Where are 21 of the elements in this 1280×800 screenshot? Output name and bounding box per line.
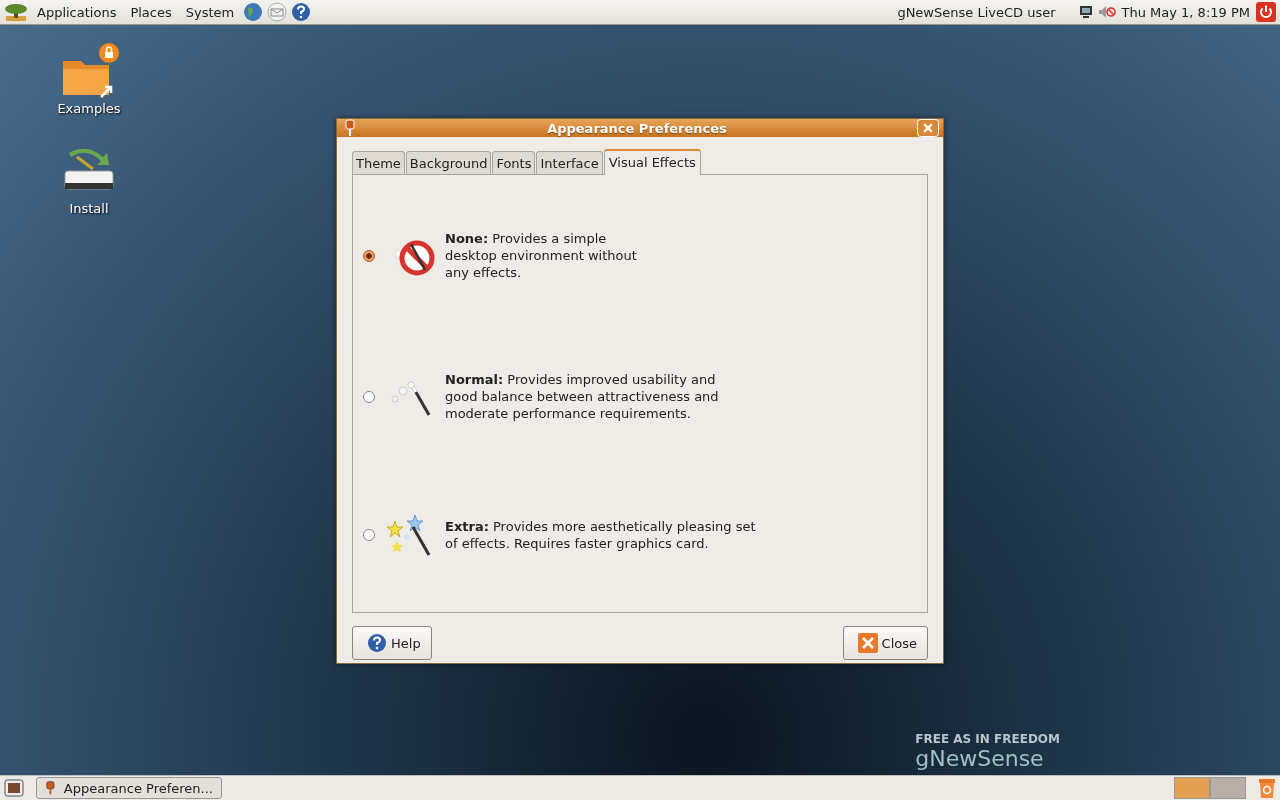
desktop-icon-label[interactable]: Install [69,201,109,216]
panel-menu[interactable]: System [180,4,240,20]
user-name[interactable]: gNewSense LiveCD user [897,4,1056,20]
tab[interactable]: Fonts [492,151,536,174]
tab[interactable]: Background [405,151,492,174]
option-description: Extra: Provides more aesthetically pleasing set of effects. Requires faster graphics card. [445,517,756,552]
wallpaper-tagline: FREE AS IN FREEDOM [915,732,1060,746]
tab[interactable]: Interface [536,151,603,174]
clock[interactable]: Thu May 1, 8:19 PM [1121,4,1250,20]
wallpaper-logo: gNewSense [915,746,1045,771]
taskbar-button[interactable]: Appearance Preferen... [36,777,222,799]
option-description: Normal: Provides improved usability and good balance between attractiveness and moderate performance requirements. [445,371,719,423]
dialog-button[interactable]: Close [842,626,928,660]
window-title: Appearance Preferences [546,120,728,136]
desktop-icon-label[interactable]: Examples [57,101,121,116]
panel-menu[interactable]: Applications [32,4,122,20]
tab[interactable]: Theme [352,151,405,174]
option-description: None: Provides a simple desktop environment without any effects. [445,230,637,282]
dialog-button[interactable]: Help [352,626,432,660]
panel-menu[interactable]: Places [125,4,177,20]
tab[interactable]: Visual Effects [603,149,701,175]
